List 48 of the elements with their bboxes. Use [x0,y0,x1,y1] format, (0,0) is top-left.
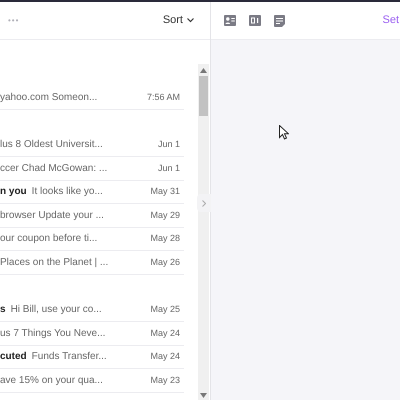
message-time: May 31 [150,185,180,198]
chevron-right-icon [202,200,206,206]
sender-name: s [0,303,6,318]
settings-link[interactable]: Set [382,12,399,29]
message-preview: Funds Transfer... [32,350,107,364]
notepad-icon[interactable] [274,14,285,26]
message-preview: ccer Chad McGowan: ... [0,162,108,176]
message-time: Jun 1 [158,162,180,174]
message-time: May 24 [150,326,180,340]
collapse-handle[interactable] [197,194,211,212]
sort-button[interactable]: Sort [162,12,194,29]
message-row[interactable]: Places on the Planet | ... May 26 [0,251,184,274]
message-row[interactable]: us 7 Things You Neve... May 24 [0,322,184,346]
scroll-down-icon[interactable] [200,393,207,398]
message-time: May 24 [150,350,180,363]
message-row[interactable]: lus 8 Oldest Universit... Jun 1 [0,134,184,157]
message-time: Jun 1 [158,138,180,151]
message-time: May 23 [150,374,180,387]
message-time: May 26 [150,256,180,269]
message-preview: yahoo.com Someon... [0,90,98,105]
message-preview: ave 15% on your qua... [0,374,103,388]
message-row[interactable]: our coupon before ti... May 28 [0,228,184,251]
message-row[interactable]: s Hi Bill, use your co... May 25 [0,298,184,322]
message-row[interactable]: ave 15% on your qua... May 23 [0,369,184,392]
sender-name: cuted [0,350,27,364]
message-time: May 29 [150,208,180,222]
pointer-icon [279,125,289,140]
message-preview: Hi Bill, use your co... [10,303,102,318]
message-preview: It looks like yo... [32,185,103,200]
message-row[interactable]: ccer Chad McGowan: ... Jun 1 [0,157,184,180]
scrollbar[interactable] [198,64,209,400]
scrollbar-thumb[interactable] [199,76,208,116]
message-preview: Places on the Planet | ... [0,256,108,270]
chevron-down-icon [187,18,194,23]
message-preview: lus 8 Oldest Universit... [0,138,103,152]
contact-card-icon[interactable] [224,15,236,26]
message-row[interactable]: n you It looks like yo... May 31 [0,180,184,204]
message-row[interactable]: browser Update your ... May 29 [0,204,184,228]
message-time: May 28 [150,232,180,245]
scroll-up-icon[interactable] [200,68,207,73]
message-preview: us 7 Things You Neve... [0,326,106,341]
message-row[interactable]: yahoo.com Someon... 7:56 AM [0,86,184,110]
message-time: May 25 [150,303,180,316]
message-preview: our coupon before ti... [0,232,98,246]
sender-name: n you [0,185,27,200]
message-preview: browser Update your ... [0,208,104,223]
message-time: 7:56 AM [146,90,180,104]
message-row[interactable]: cuted Funds Transfer... May 24 [0,346,184,369]
